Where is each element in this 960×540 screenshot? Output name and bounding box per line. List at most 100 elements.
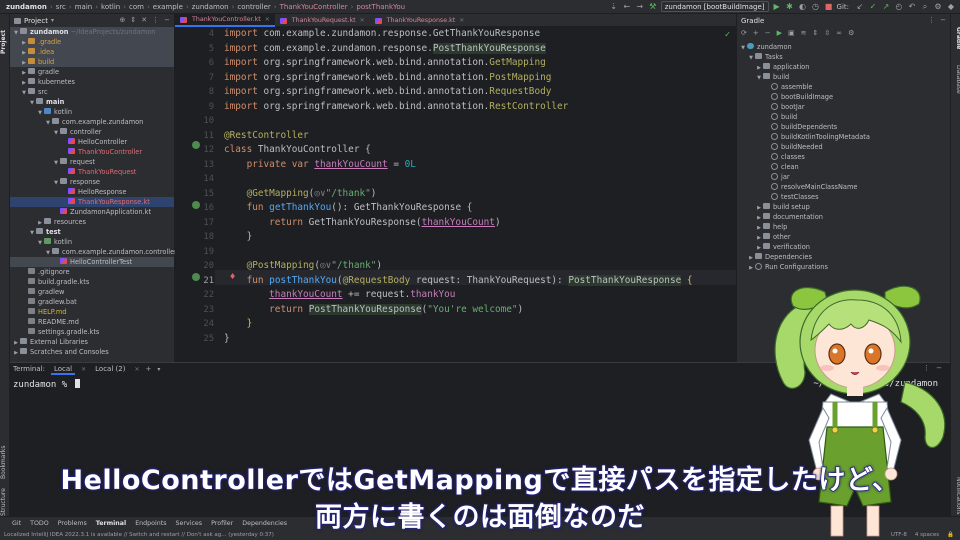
- tree-item[interactable]: settings.gradle.kts: [10, 327, 174, 337]
- breadcrumb-item[interactable]: zundamon: [6, 3, 47, 11]
- tree-item[interactable]: ▼ controller: [10, 127, 174, 137]
- chevron-down-icon[interactable]: ▾: [157, 366, 160, 373]
- endpoint-gutter-icon[interactable]: [192, 273, 200, 281]
- stop-icon[interactable]: ■: [824, 2, 834, 11]
- rollback-icon[interactable]: ↶: [907, 2, 917, 11]
- tree-item[interactable]: ▼ test: [10, 227, 174, 237]
- debug-icon[interactable]: ✱: [785, 2, 795, 11]
- vcs-update-icon[interactable]: ⇣: [609, 2, 619, 11]
- editor-tab[interactable]: ThankYouRequest.kt ✕: [275, 14, 370, 27]
- tree-item[interactable]: ▶ .idea: [10, 47, 174, 57]
- link-icon[interactable]: ∞: [836, 29, 842, 37]
- code-line[interactable]: import org.springframework.web.bind.anno…: [224, 71, 551, 86]
- tree-item[interactable]: ▼ com.example.zundamon: [10, 117, 174, 127]
- tree-item[interactable]: ▼ request: [10, 157, 174, 167]
- tree-item[interactable]: ▼ kotlin: [10, 237, 174, 247]
- code-line[interactable]: @RestController: [224, 129, 309, 144]
- tree-item[interactable]: bootJar: [737, 102, 950, 112]
- lightbulb-icon[interactable]: ♦: [229, 272, 236, 281]
- breadcrumb-item[interactable]: main: [75, 3, 93, 11]
- code-line[interactable]: fun getThankYou(): GetThankYouResponse {: [224, 201, 473, 216]
- tree-item[interactable]: ▶ build setup: [737, 202, 950, 212]
- code-line[interactable]: import org.springframework.web.bind.anno…: [224, 85, 551, 100]
- tree-item[interactable]: gradlew.bat: [10, 297, 174, 307]
- breadcrumb-item[interactable]: zundamon: [192, 3, 229, 11]
- tree-item[interactable]: ▶ External Libraries: [10, 337, 174, 347]
- new-tab-icon[interactable]: +: [145, 365, 151, 373]
- breadcrumb-item[interactable]: kotlin: [101, 3, 120, 11]
- settings-icon[interactable]: ⚙: [933, 2, 943, 11]
- chevron-right-icon[interactable]: ▶: [747, 263, 755, 273]
- code-line[interactable]: import org.springframework.web.bind.anno…: [224, 100, 568, 115]
- code-line[interactable]: import org.springframework.web.bind.anno…: [224, 56, 546, 71]
- more-icon[interactable]: ⋮: [928, 16, 935, 24]
- breadcrumb-item[interactable]: src: [56, 3, 66, 11]
- tree-item[interactable]: ▼ main: [10, 97, 174, 107]
- code-line[interactable]: @PostMapping(◎∨"/thank"): [224, 259, 383, 274]
- tree-item[interactable]: build.gradle.kts: [10, 277, 174, 287]
- tree-item[interactable]: buildNeeded: [737, 142, 950, 152]
- code-line[interactable]: return PostThankYouResponse("You're welc…: [224, 303, 523, 318]
- tree-item[interactable]: ▼ com.example.zundamon.controller: [10, 247, 177, 257]
- tree-item[interactable]: ▼ zundamon ~/IdeaProjects/zundamon: [10, 27, 174, 37]
- terminal-tab-local[interactable]: Local: [50, 363, 76, 375]
- code-line[interactable]: fun postThankYou(@RequestBody request: T…: [224, 274, 693, 289]
- tree-item[interactable]: ▼ zundamon: [737, 42, 950, 52]
- tree-item[interactable]: ▼ Tasks: [737, 52, 950, 62]
- tree-item[interactable]: ▶ Scratches and Consoles: [10, 347, 174, 357]
- code-line[interactable]: @GetMapping(◎∨"/thank"): [224, 187, 377, 202]
- settings-icon[interactable]: ⚙: [848, 29, 854, 37]
- close-icon[interactable]: ✕: [360, 17, 365, 24]
- code-line[interactable]: import com.example.zundamon.response.Get…: [224, 27, 540, 42]
- tree-item[interactable]: ▼ src: [10, 87, 174, 97]
- collapse-all-icon[interactable]: ⇳: [824, 29, 830, 37]
- code-line[interactable]: class ThankYouController {: [224, 143, 371, 158]
- code-line[interactable]: }: [224, 332, 230, 347]
- terminal-tab-local-2[interactable]: Local (2): [92, 363, 128, 375]
- back-icon[interactable]: ←: [622, 2, 632, 11]
- git-update-icon[interactable]: ↙: [855, 2, 865, 11]
- tree-item[interactable]: ▶ other: [737, 232, 950, 242]
- tree-item[interactable]: buildDependents: [737, 122, 950, 132]
- project-tool-button[interactable]: Project: [0, 22, 10, 62]
- editor-tab[interactable]: ThankYouResponse.kt ✕: [370, 14, 470, 27]
- tree-item[interactable]: ▼ build: [737, 72, 950, 82]
- expand-all-icon[interactable]: ⇕: [813, 29, 819, 37]
- breadcrumb-function[interactable]: postThankYou: [356, 3, 405, 11]
- breadcrumb-file[interactable]: ThankYouController: [280, 3, 348, 11]
- hide-icon[interactable]: −: [164, 16, 170, 24]
- run-icon[interactable]: ▶: [777, 29, 782, 37]
- breadcrumb-item[interactable]: example: [153, 3, 183, 11]
- add-icon[interactable]: +: [753, 29, 759, 37]
- tree-item[interactable]: ▶ verification: [737, 242, 950, 252]
- tree-item[interactable]: HelloResponse: [10, 187, 174, 197]
- tree-item[interactable]: testClasses: [737, 192, 950, 202]
- tree-item[interactable]: resolveMainClassName: [737, 182, 950, 192]
- tree-item[interactable]: ThankYouController: [10, 147, 174, 157]
- hide-icon[interactable]: −: [940, 16, 946, 24]
- project-panel-title[interactable]: Project: [24, 17, 48, 25]
- tree-item[interactable]: classes: [737, 152, 950, 162]
- code-line[interactable]: return GetThankYouResponse(thankYouCount…: [224, 216, 500, 231]
- code-line[interactable]: import com.example.zundamon.response.Pos…: [224, 42, 546, 57]
- close-icon[interactable]: ✕: [265, 16, 270, 23]
- code-line[interactable]: }: [224, 230, 253, 245]
- breadcrumb-item[interactable]: com: [129, 3, 144, 11]
- tree-item[interactable]: ThankYouRequest: [10, 167, 174, 177]
- tree-item[interactable]: buildKotlinToolingMetadata: [737, 132, 950, 142]
- tree-item[interactable]: ▼ kotlin: [10, 107, 174, 117]
- tree-item[interactable]: ▶ Dependencies: [737, 252, 950, 262]
- tree-item[interactable]: HELP.md: [10, 307, 174, 317]
- editor-tab[interactable]: ThankYouController.kt ✕: [175, 14, 275, 27]
- close-icon[interactable]: ✕: [134, 366, 139, 373]
- tree-item[interactable]: .gitignore: [10, 267, 174, 277]
- endpoint-gutter-icon[interactable]: [192, 201, 200, 209]
- close-icon[interactable]: ✕: [81, 366, 86, 373]
- tree-item[interactable]: ThankYouResponse.kt: [10, 197, 174, 207]
- chevron-right-icon[interactable]: ▶: [12, 348, 20, 358]
- profile-icon[interactable]: ◷: [811, 2, 821, 11]
- tree-item[interactable]: ▶ build: [10, 57, 174, 67]
- breadcrumb-item[interactable]: controller: [237, 3, 270, 11]
- tree-item[interactable]: HelloControllerTest: [10, 257, 174, 267]
- gradle-tool-button[interactable]: Gradle: [952, 22, 960, 54]
